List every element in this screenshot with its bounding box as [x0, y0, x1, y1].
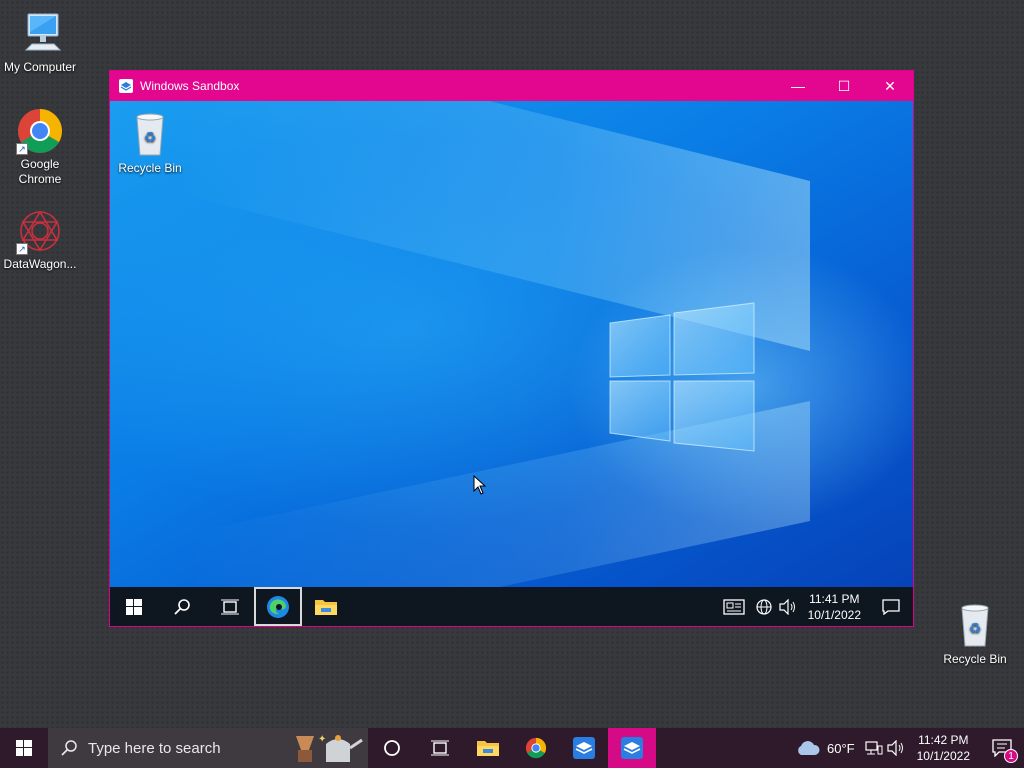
network-button[interactable]	[752, 587, 776, 626]
shortcut-arrow-icon: ↗	[16, 243, 28, 255]
recycle-bin-icon: ♻	[126, 111, 174, 159]
minimize-button[interactable]: —	[775, 71, 821, 101]
sandbox-app-icon	[118, 78, 134, 94]
desktop-icon-recycle-bin[interactable]: ♻ Recycle Bin	[935, 602, 1015, 667]
chrome-icon: ↗	[16, 107, 64, 155]
search-highlight-illustration-icon: ✦	[296, 734, 363, 762]
sandbox-system-tray: 11:41 PM 10/1/2022	[716, 587, 913, 626]
weather-widget[interactable]: 60°F	[787, 739, 863, 757]
windows-icon	[126, 598, 142, 615]
host-taskbar: Type here to search ✦ 60°F 11:42 PM 10/1…	[0, 728, 1024, 768]
desktop-icon-label: DataWagon...	[3, 257, 77, 271]
monitor-icon	[16, 10, 64, 58]
desktop-icon-label: My Computer	[3, 60, 77, 74]
volume-button[interactable]	[885, 728, 907, 768]
sandbox-desktop-icon-recycle-bin[interactable]: ♻ Recycle Bin	[110, 111, 190, 176]
shortcut-arrow-icon: ↗	[16, 143, 28, 155]
taskbar-search-box[interactable]: Type here to search ✦	[48, 728, 368, 768]
windows-icon	[16, 740, 32, 756]
task-view-button[interactable]	[206, 587, 254, 626]
network-button[interactable]	[863, 728, 885, 768]
svg-text:♻: ♻	[969, 620, 982, 636]
desktop-icon-my-computer[interactable]: My Computer	[0, 10, 80, 75]
host-clock[interactable]: 11:42 PM 10/1/2022	[907, 732, 980, 764]
search-placeholder: Type here to search	[88, 739, 221, 757]
datawagon-icon: ↗	[16, 207, 64, 255]
taskbar-edge-button[interactable]	[254, 587, 302, 626]
sandbox-titlebar[interactable]: Windows Sandbox — ☐ ✕	[110, 71, 913, 101]
speaker-icon	[779, 598, 795, 615]
start-button[interactable]	[0, 728, 48, 768]
volume-button[interactable]	[776, 587, 800, 626]
sandbox-window[interactable]: Windows Sandbox — ☐ ✕ ♻ Recycle Bin 11:4…	[109, 70, 914, 627]
host-system-tray: 60°F 11:42 PM 10/1/2022 1	[787, 728, 1024, 768]
mouse-cursor-icon	[473, 475, 487, 495]
taskbar-file-explorer-button[interactable]	[464, 728, 512, 768]
edge-icon	[267, 595, 289, 618]
desktop-icon-label: Recycle Bin	[943, 652, 1007, 666]
taskbar-sandbox-running-button[interactable]	[608, 728, 656, 768]
sandbox-desktop[interactable]: ♻ Recycle Bin	[110, 101, 913, 587]
task-view-button[interactable]	[416, 728, 464, 768]
sandbox-app-icon	[621, 737, 643, 759]
cortana-button[interactable]	[368, 728, 416, 768]
start-button[interactable]	[110, 587, 158, 626]
desktop-icon-google-chrome[interactable]: ↗ Google Chrome	[0, 107, 80, 187]
clock-time: 11:41 PM	[809, 591, 860, 606]
window-title: Windows Sandbox	[140, 79, 240, 93]
windows-logo-wallpaper	[609, 302, 755, 452]
sandbox-app-icon	[573, 737, 595, 759]
svg-text:✦: ✦	[318, 734, 326, 745]
cortana-icon	[384, 740, 400, 756]
action-center-button[interactable]: 1	[980, 728, 1024, 768]
clock-date: 10/1/2022	[916, 749, 970, 763]
globe-icon	[756, 598, 772, 615]
notification-count-badge: 1	[1004, 749, 1018, 763]
ethernet-icon	[865, 741, 883, 755]
sandbox-taskbar: 11:41 PM 10/1/2022	[110, 587, 913, 626]
recycle-bin-icon: ♻	[951, 602, 999, 650]
speaker-icon	[887, 740, 903, 756]
news-icon	[722, 598, 745, 615]
news-widget-button[interactable]	[716, 587, 752, 626]
desktop-icon-label: Google Chrome	[18, 157, 62, 186]
sandbox-clock[interactable]: 11:41 PM 10/1/2022	[800, 591, 869, 623]
notification-icon	[882, 598, 900, 615]
search-icon	[61, 740, 77, 756]
taskbar-sandbox-pinned-button[interactable]	[560, 728, 608, 768]
clock-date: 10/1/2022	[807, 607, 861, 622]
desktop-icon-label: Recycle Bin	[118, 161, 182, 175]
taskbar-file-explorer-button[interactable]	[302, 587, 350, 626]
task-view-icon	[431, 740, 449, 756]
weather-temperature: 60°F	[827, 740, 855, 756]
chrome-icon	[525, 737, 547, 759]
folder-icon	[477, 741, 499, 756]
action-center-button[interactable]	[869, 587, 913, 626]
clock-time: 11:42 PM	[918, 733, 969, 747]
task-view-icon	[221, 599, 239, 614]
desktop-icon-datawagon[interactable]: ↗ DataWagon...	[0, 207, 80, 272]
maximize-button[interactable]: ☐	[821, 71, 867, 101]
close-button[interactable]: ✕	[867, 71, 913, 101]
cloudy-weather-icon	[798, 741, 820, 755]
search-icon	[174, 598, 190, 615]
search-button[interactable]	[158, 587, 206, 626]
folder-icon	[315, 599, 337, 615]
taskbar-chrome-button[interactable]	[512, 728, 560, 768]
svg-text:♻: ♻	[144, 129, 157, 145]
